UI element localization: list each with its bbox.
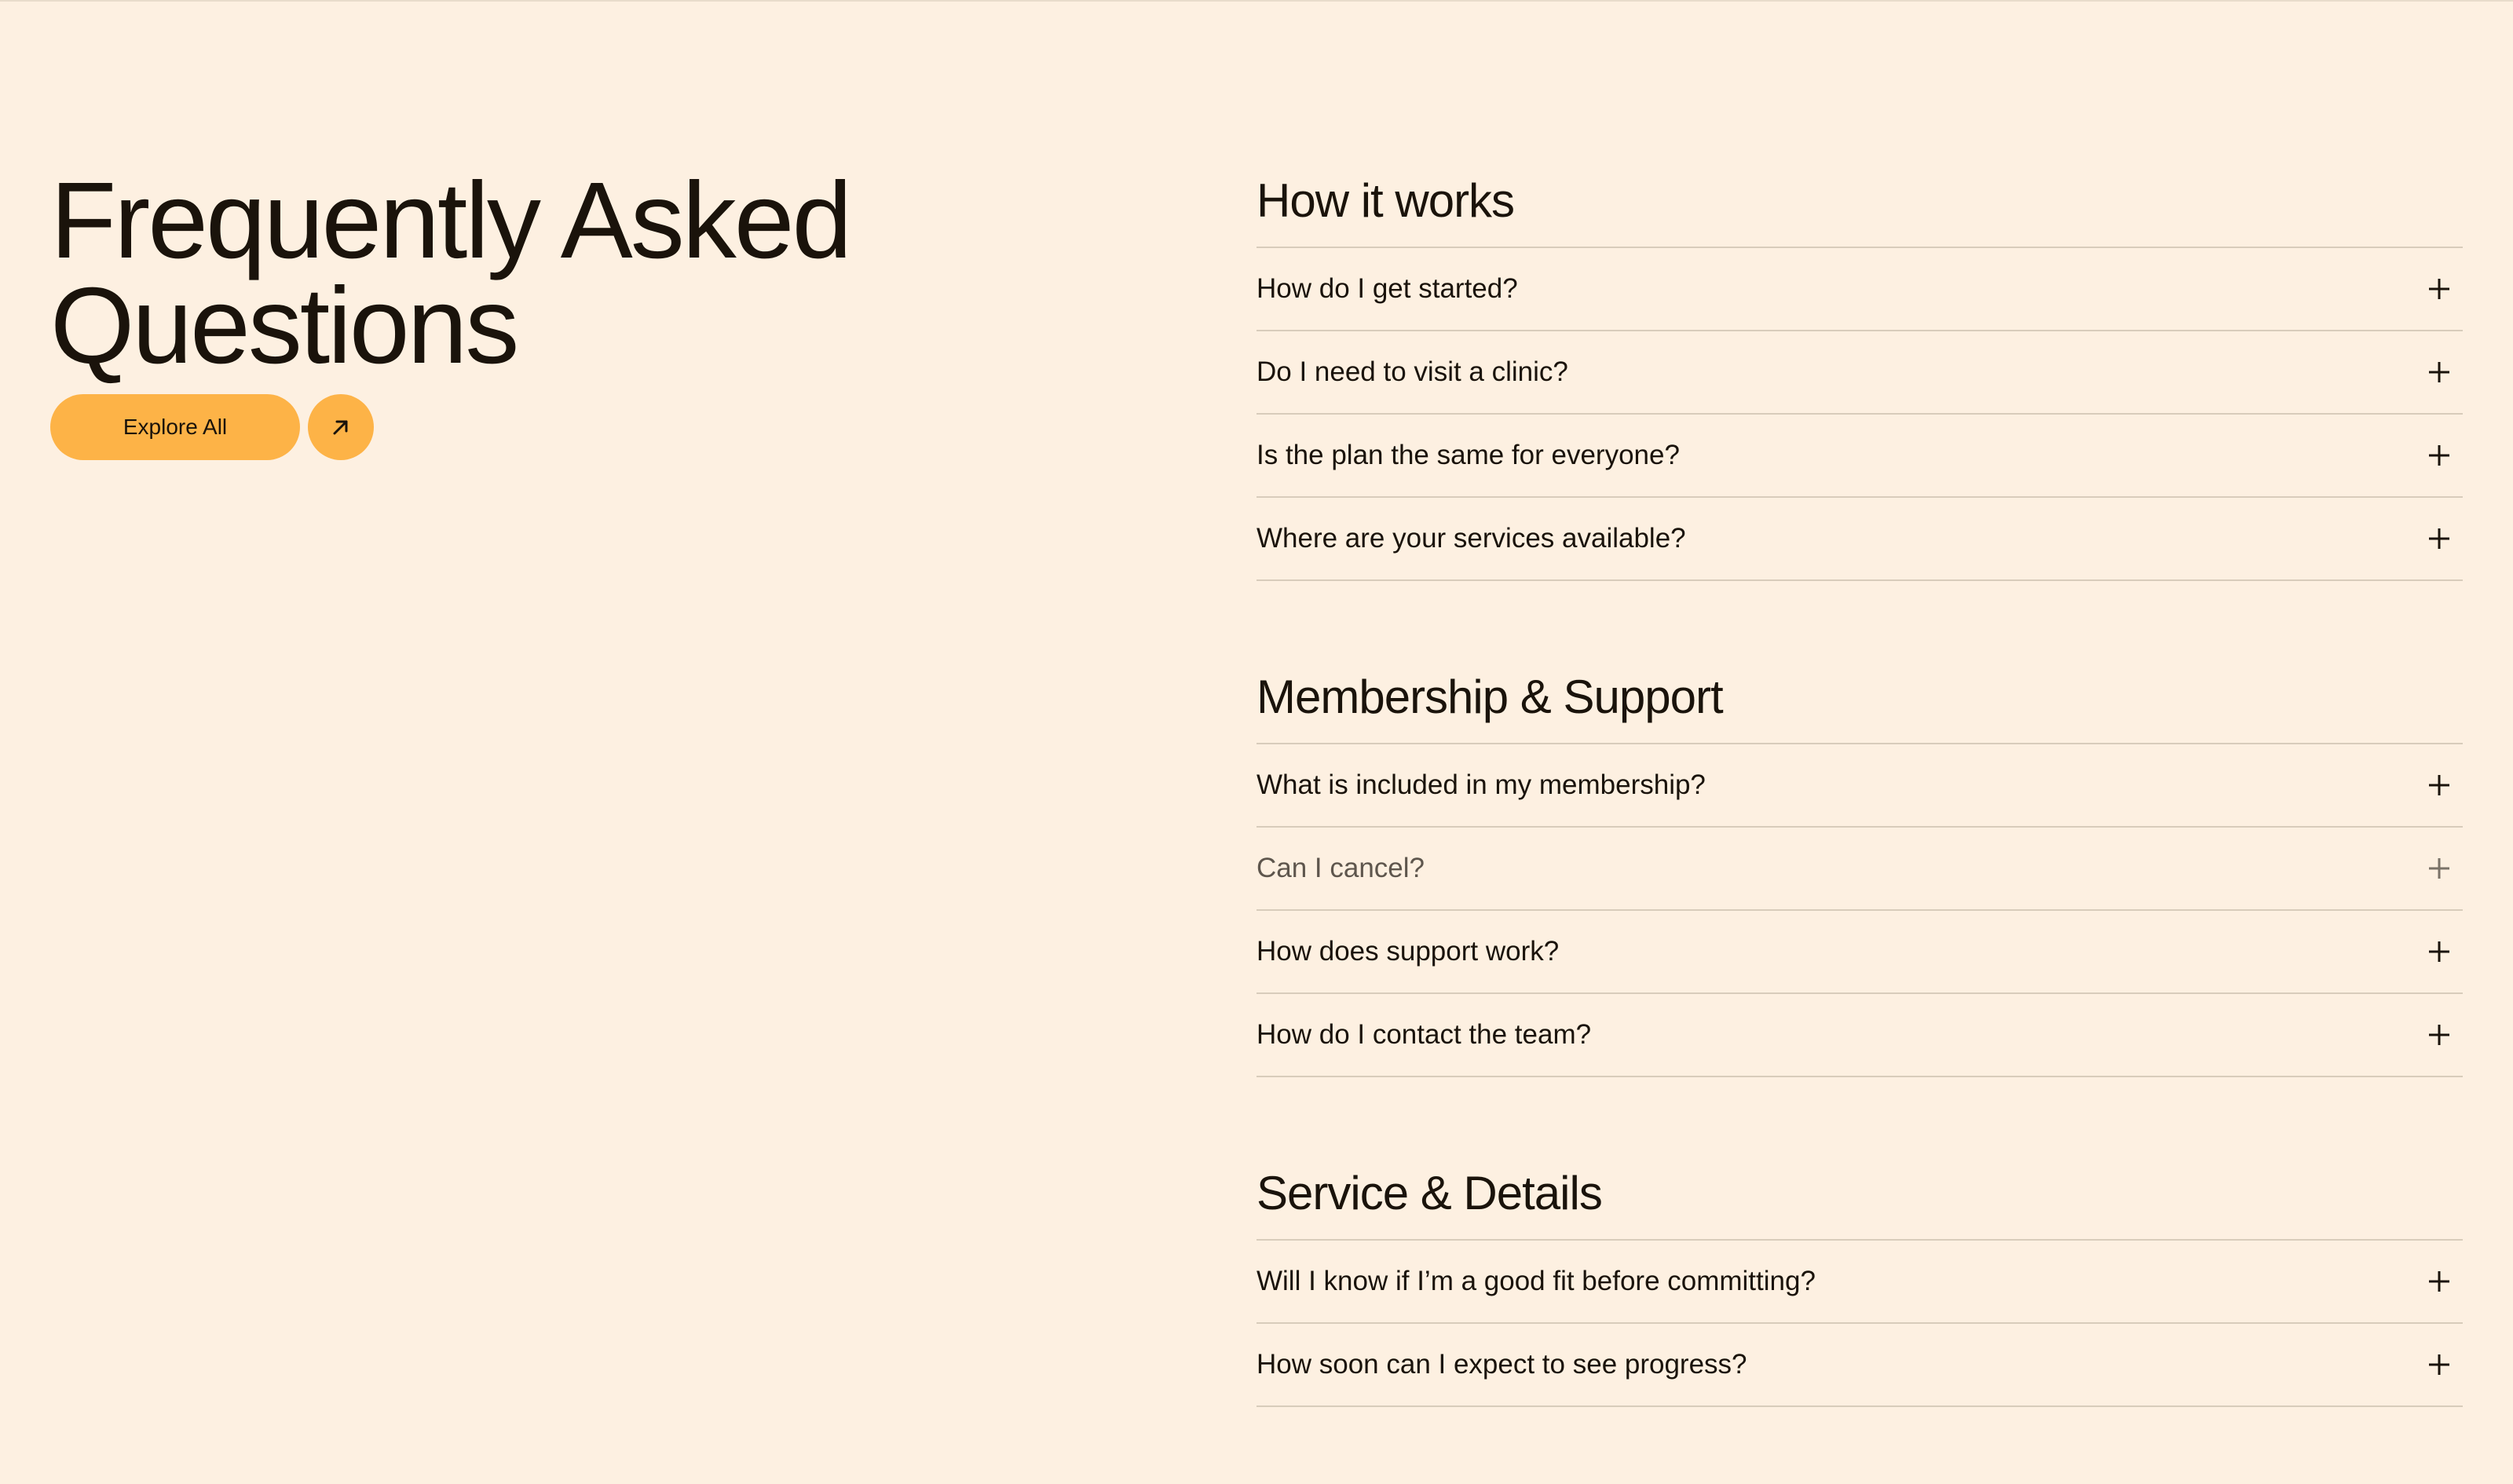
plus-icon[interactable] [2427,856,2452,881]
plus-icon[interactable] [2427,443,2452,468]
explore-arrow-button[interactable] [308,394,374,460]
faq-item[interactable]: How do I contact the team? [1256,994,2463,1077]
faq-item[interactable]: What is included in my membership? [1256,744,2463,828]
page-title: Frequently Asked Questions [50,160,1071,386]
plus-icon[interactable] [2427,1022,2452,1047]
arrow-up-right-icon [333,420,348,435]
faq-list: Will I know if I’m a good fit before com… [1256,1241,2463,1407]
plus-icon[interactable] [2427,939,2452,964]
top-divider [0,0,2513,2]
explore-all-button[interactable]: Explore All [50,394,300,460]
plus-icon[interactable] [2427,1352,2452,1377]
faq-section-service-details: Service & Details Will I know if I’m a g… [1256,1154,2463,1407]
section-title: Service & Details [1256,1154,2463,1241]
hero: Frequently Asked Questions Explore All [50,160,1071,460]
faq-section-how-it-works: How it works How do I get started? Do I … [1256,162,2463,581]
faq-question: Where are your services available? [1256,523,1686,554]
section-title: How it works [1256,162,2463,248]
faq-list: What is included in my membership? Can I… [1256,744,2463,1077]
section-title: Membership & Support [1256,658,2463,744]
cta-row: Explore All [50,394,1071,460]
faq-question: Will I know if I’m a good fit before com… [1256,1266,1816,1296]
page-title-line-2: Questions [50,265,519,386]
faq-question: How do I contact the team? [1256,1019,1592,1050]
faq-question: How soon can I expect to see progress? [1256,1349,1747,1380]
plus-icon[interactable] [2427,526,2452,551]
faq-question: How does support work? [1256,936,1560,967]
faq-section-membership-support: Membership & Support What is included in… [1256,658,2463,1077]
faq-item[interactable]: How do I get started? [1256,248,2463,331]
plus-icon[interactable] [2427,773,2452,798]
plus-icon[interactable] [2427,276,2452,302]
faq-item-hovered[interactable]: Can I cancel? [1256,828,2463,911]
faq-item[interactable]: How soon can I expect to see progress? [1256,1324,2463,1407]
faq-question: What is included in my membership? [1256,769,1706,800]
plus-icon[interactable] [2427,360,2452,385]
faq-question: Can I cancel? [1256,853,1425,883]
page-title-line-1: Frequently Asked [50,160,852,281]
faq-sections: How it works How do I get started? Do I … [1256,162,2463,1484]
faq-item[interactable]: How does support work? [1256,911,2463,994]
faq-item[interactable]: Will I know if I’m a good fit before com… [1256,1241,2463,1324]
faq-item[interactable]: Do I need to visit a clinic? [1256,331,2463,415]
faq-item[interactable]: Is the plan the same for everyone? [1256,415,2463,498]
faq-item[interactable]: Where are your services available? [1256,498,2463,581]
faq-question: How do I get started? [1256,273,1518,304]
faq-question: Do I need to visit a clinic? [1256,356,1568,387]
faq-list: How do I get started? Do I need to visit… [1256,248,2463,581]
faq-question: Is the plan the same for everyone? [1256,440,1680,470]
plus-icon[interactable] [2427,1269,2452,1294]
